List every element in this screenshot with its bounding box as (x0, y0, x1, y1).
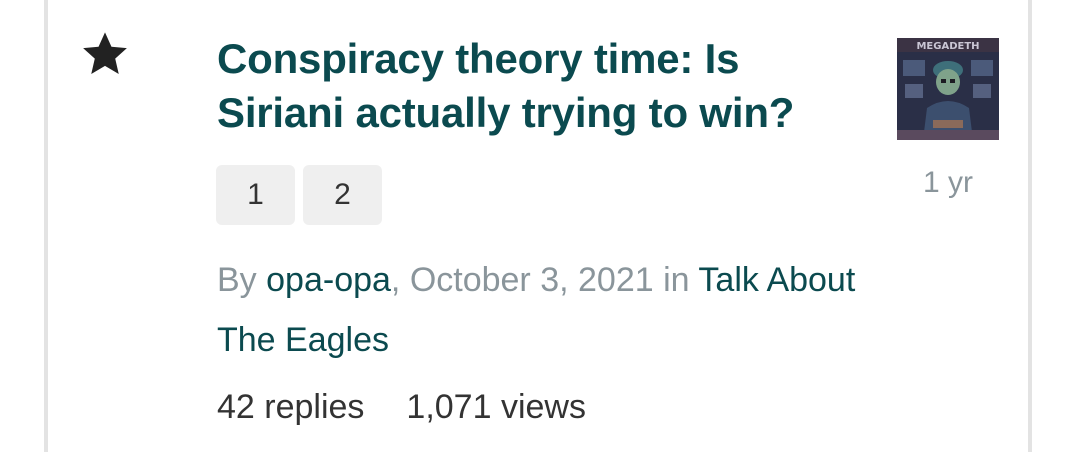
card-border-right (1028, 0, 1032, 452)
topic-title-link[interactable]: Conspiracy theory time: Is Siriani actua… (217, 32, 867, 140)
pagination: 1 2 (216, 165, 382, 225)
star-icon[interactable] (80, 29, 130, 79)
post-date: , October 3, 2021 (390, 261, 654, 299)
last-post-age: 1 yr (922, 166, 973, 199)
avatar-logo-text: MEGADETH (916, 41, 979, 52)
views-count: 1,071 views (406, 388, 586, 426)
card-border-left (44, 0, 48, 452)
page-1-button[interactable]: 1 (216, 165, 295, 225)
in-text: in (653, 261, 699, 299)
author-link[interactable]: opa-opa (266, 261, 391, 299)
by-prefix: By (217, 261, 257, 299)
last-poster-avatar[interactable]: MEGADETH (897, 38, 999, 140)
replies-count: 42 replies (217, 388, 365, 426)
topic-meta: By opa-opa, October 3, 2021 in Talk Abou… (217, 250, 857, 370)
page-2-button[interactable]: 2 (303, 165, 382, 225)
topic-stats: 42 replies 1,071 views (217, 381, 586, 433)
